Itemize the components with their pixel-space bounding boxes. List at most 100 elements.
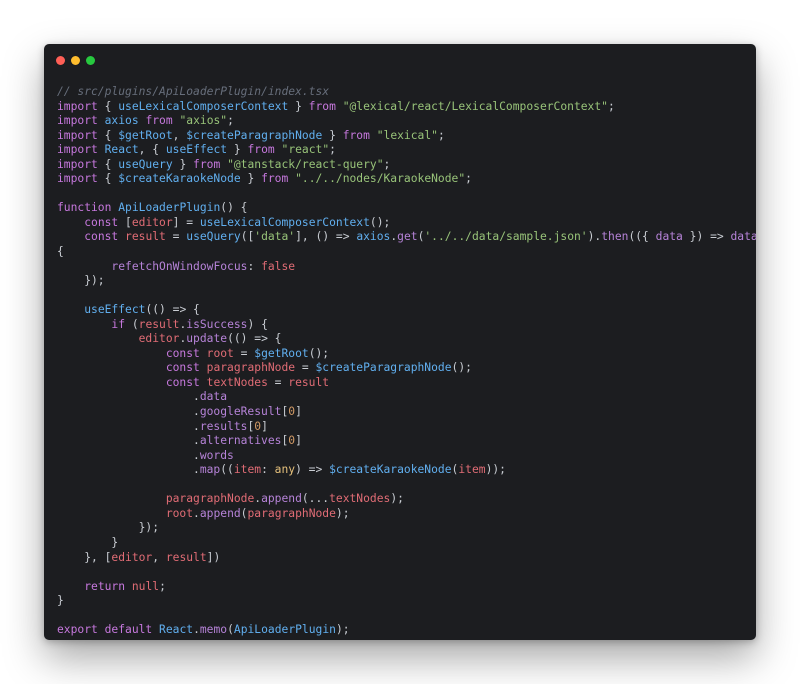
code-token: // src/plugins/ApiLoaderPlugin/index.tsx [57, 85, 330, 98]
code-line: if (result.isSuccess) { [57, 318, 756, 333]
code-token: map [199, 463, 221, 477]
code-token: } [227, 143, 248, 157]
code-token: ( [227, 623, 234, 637]
code-token: import [57, 172, 98, 186]
code-token: $getRoot [254, 346, 309, 360]
code-token: } [322, 128, 343, 142]
code-token: root [165, 506, 194, 520]
code-token: $createKaraokeNode [118, 172, 241, 186]
code-line: ​ [57, 289, 756, 304]
code-token: ) => [295, 463, 330, 477]
code-token: useEffect [165, 143, 228, 157]
code-line: // src/plugins/ApiLoaderPlugin/index.tsx [57, 85, 756, 100]
code-token: ; [465, 172, 472, 186]
code-token: memo [199, 623, 228, 637]
code-token: results [199, 419, 248, 433]
code-token: data [730, 230, 756, 244]
code-token: ApiLoaderPlugin [233, 623, 336, 637]
code-token: axios [356, 230, 391, 244]
code-token: () { [220, 201, 248, 215]
code-token: $getRoot [118, 128, 173, 142]
code-token: 'data' [254, 230, 296, 244]
code-token: ). [587, 230, 602, 244]
code-token: $createKaraokeNode [329, 463, 452, 477]
code-token: result [288, 375, 330, 389]
code-token: textNodes [206, 375, 268, 389]
code-line: import { $getRoot, $createParagraphNode … [57, 129, 756, 144]
code-token: paragraphNode [206, 361, 296, 375]
code-token: , [172, 128, 187, 142]
code-line: import { $createKaraokeNode } from "../.… [57, 172, 756, 187]
code-token: editor [131, 215, 173, 229]
code-token: "axios" [179, 114, 228, 128]
code-token: useEffect [84, 303, 146, 317]
code-token: (() => { [145, 303, 200, 317]
code-token: const [84, 215, 119, 229]
code-token: import [57, 114, 98, 128]
code-line: const result = useQuery(['data'], () => … [57, 230, 756, 245]
code-line: const textNodes = result [57, 376, 756, 391]
code-token: update [186, 332, 228, 346]
code-token: }); [57, 521, 160, 535]
code-line: refetchOnWindowFocus: false [57, 260, 756, 275]
code-line: .words [57, 449, 756, 464]
code-line: .map((item: any) => $createKaraokeNode(i… [57, 463, 756, 478]
code-token: "@lexical/react/LexicalComposerContext" [342, 99, 608, 113]
code-token: data [655, 230, 683, 244]
code-token: . [193, 506, 200, 520]
code-token: useLexicalComposerContext [118, 99, 289, 113]
code-token: ; [329, 143, 336, 157]
code-token: ; [437, 128, 445, 142]
code-token: = [295, 361, 316, 375]
code-line: { [57, 245, 756, 260]
code-token: ApiLoaderPlugin [118, 201, 221, 215]
minimize-window-button[interactable] [71, 56, 80, 65]
code-token: React [159, 623, 194, 637]
code-token: }); [57, 274, 105, 288]
code-token: default [104, 623, 153, 637]
code-token: false [261, 259, 296, 273]
code-token: }, [ [57, 550, 112, 564]
code-token: ] = [172, 215, 200, 229]
code-token: null [131, 579, 160, 593]
code-token: function [57, 201, 112, 215]
code-token: $createParagraphNode [186, 128, 323, 142]
code-token: editor [138, 332, 180, 346]
code-line: .googleResult[0] [57, 405, 756, 420]
code-token: "lexical" [376, 128, 438, 142]
code-token: (({ [628, 230, 656, 244]
code-token: '../../data/sample.json' [424, 230, 588, 244]
code-token: ) { [247, 317, 268, 331]
code-token: import [57, 99, 98, 113]
code-token: alternatives [199, 434, 282, 448]
code-token: from [342, 128, 370, 142]
code-token: from [247, 143, 275, 157]
code-token: useQuery [118, 157, 173, 171]
close-window-button[interactable] [56, 56, 65, 65]
maximize-window-button[interactable] [86, 56, 95, 65]
code-token: const [165, 346, 200, 360]
code-block[interactable]: // src/plugins/ApiLoaderPlugin/index.tsx… [57, 85, 756, 638]
code-token: then [601, 230, 629, 244]
code-token: append [199, 506, 241, 520]
code-line: import { useQuery } from "@tanstack/reac… [57, 158, 756, 173]
code-token: paragraphNode [247, 506, 336, 520]
code-token: : [261, 463, 275, 477]
code-token: if [111, 317, 126, 331]
code-line: import React, { useEffect } from "react"… [57, 143, 756, 158]
code-token: }) => [682, 230, 731, 244]
